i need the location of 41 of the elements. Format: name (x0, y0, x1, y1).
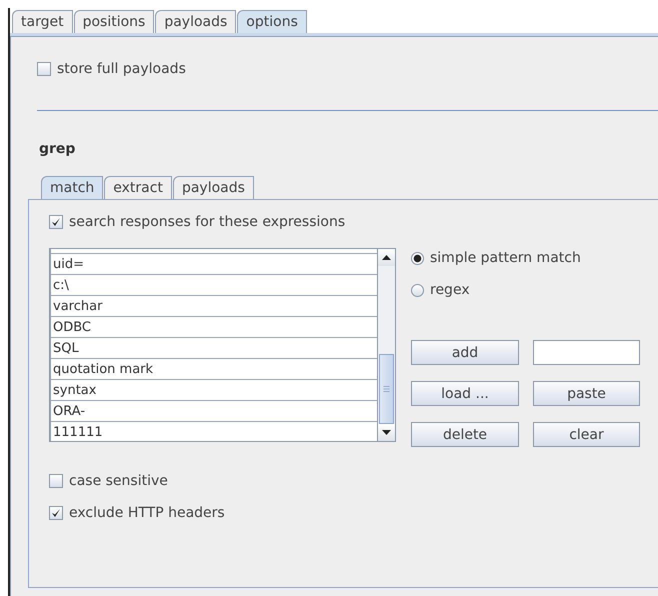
radio-label: simple pattern match (430, 250, 581, 266)
list-item[interactable]: quotation mark (50, 359, 377, 380)
radio-button[interactable] (411, 252, 424, 264)
checkbox-label: store full payloads (57, 61, 186, 77)
checkbox-label: exclude HTTP headers (69, 505, 225, 521)
checkbox[interactable] (49, 506, 63, 520)
tab[interactable]: options (237, 10, 307, 33)
add-button[interactable]: add (411, 340, 519, 365)
tab[interactable]: match (41, 176, 104, 199)
checkbox[interactable] (49, 474, 63, 488)
delete-button[interactable]: delete (411, 422, 519, 447)
radio-label: regex (430, 282, 470, 298)
list-item[interactable]: 111111 (50, 422, 377, 441)
checkbox[interactable] (49, 215, 63, 229)
load-button[interactable]: load ... (411, 381, 519, 406)
checkbox-label: search responses for these expressions (69, 214, 346, 230)
scroll-up-icon[interactable] (378, 249, 395, 266)
checkmark-icon (51, 508, 61, 518)
scroll-down-icon[interactable] (378, 424, 395, 441)
checkbox-label: case sensitive (69, 473, 168, 489)
tab[interactable]: target (12, 10, 73, 33)
paste-button[interactable]: paste (533, 381, 640, 406)
list-item[interactable]: varchar (50, 296, 377, 317)
tab[interactable]: positions (74, 10, 154, 33)
tab[interactable]: extract (104, 176, 172, 199)
list-item[interactable]: c:\ (50, 275, 377, 296)
list-item[interactable]: uid= (50, 254, 377, 275)
checkbox[interactable] (37, 62, 51, 76)
section-title: grep (39, 141, 76, 157)
scrollbar-thumb[interactable] (379, 354, 394, 424)
expression-list[interactable]: uid= c:\ varchar ODBC SQL quotation mark syntax ORA- 111111 (49, 248, 378, 442)
list-item[interactable]: syntax (50, 380, 377, 401)
radio-button[interactable] (411, 284, 424, 296)
list-item[interactable]: SQL (50, 338, 377, 359)
clear-button[interactable]: clear (533, 422, 640, 447)
checkmark-icon (51, 217, 61, 227)
list-item[interactable]: ODBC (50, 317, 377, 338)
tab[interactable]: payloads (172, 176, 254, 199)
list-item[interactable]: ORA- (50, 401, 377, 422)
input-field[interactable] (533, 340, 640, 365)
tab[interactable]: payloads (155, 10, 236, 33)
